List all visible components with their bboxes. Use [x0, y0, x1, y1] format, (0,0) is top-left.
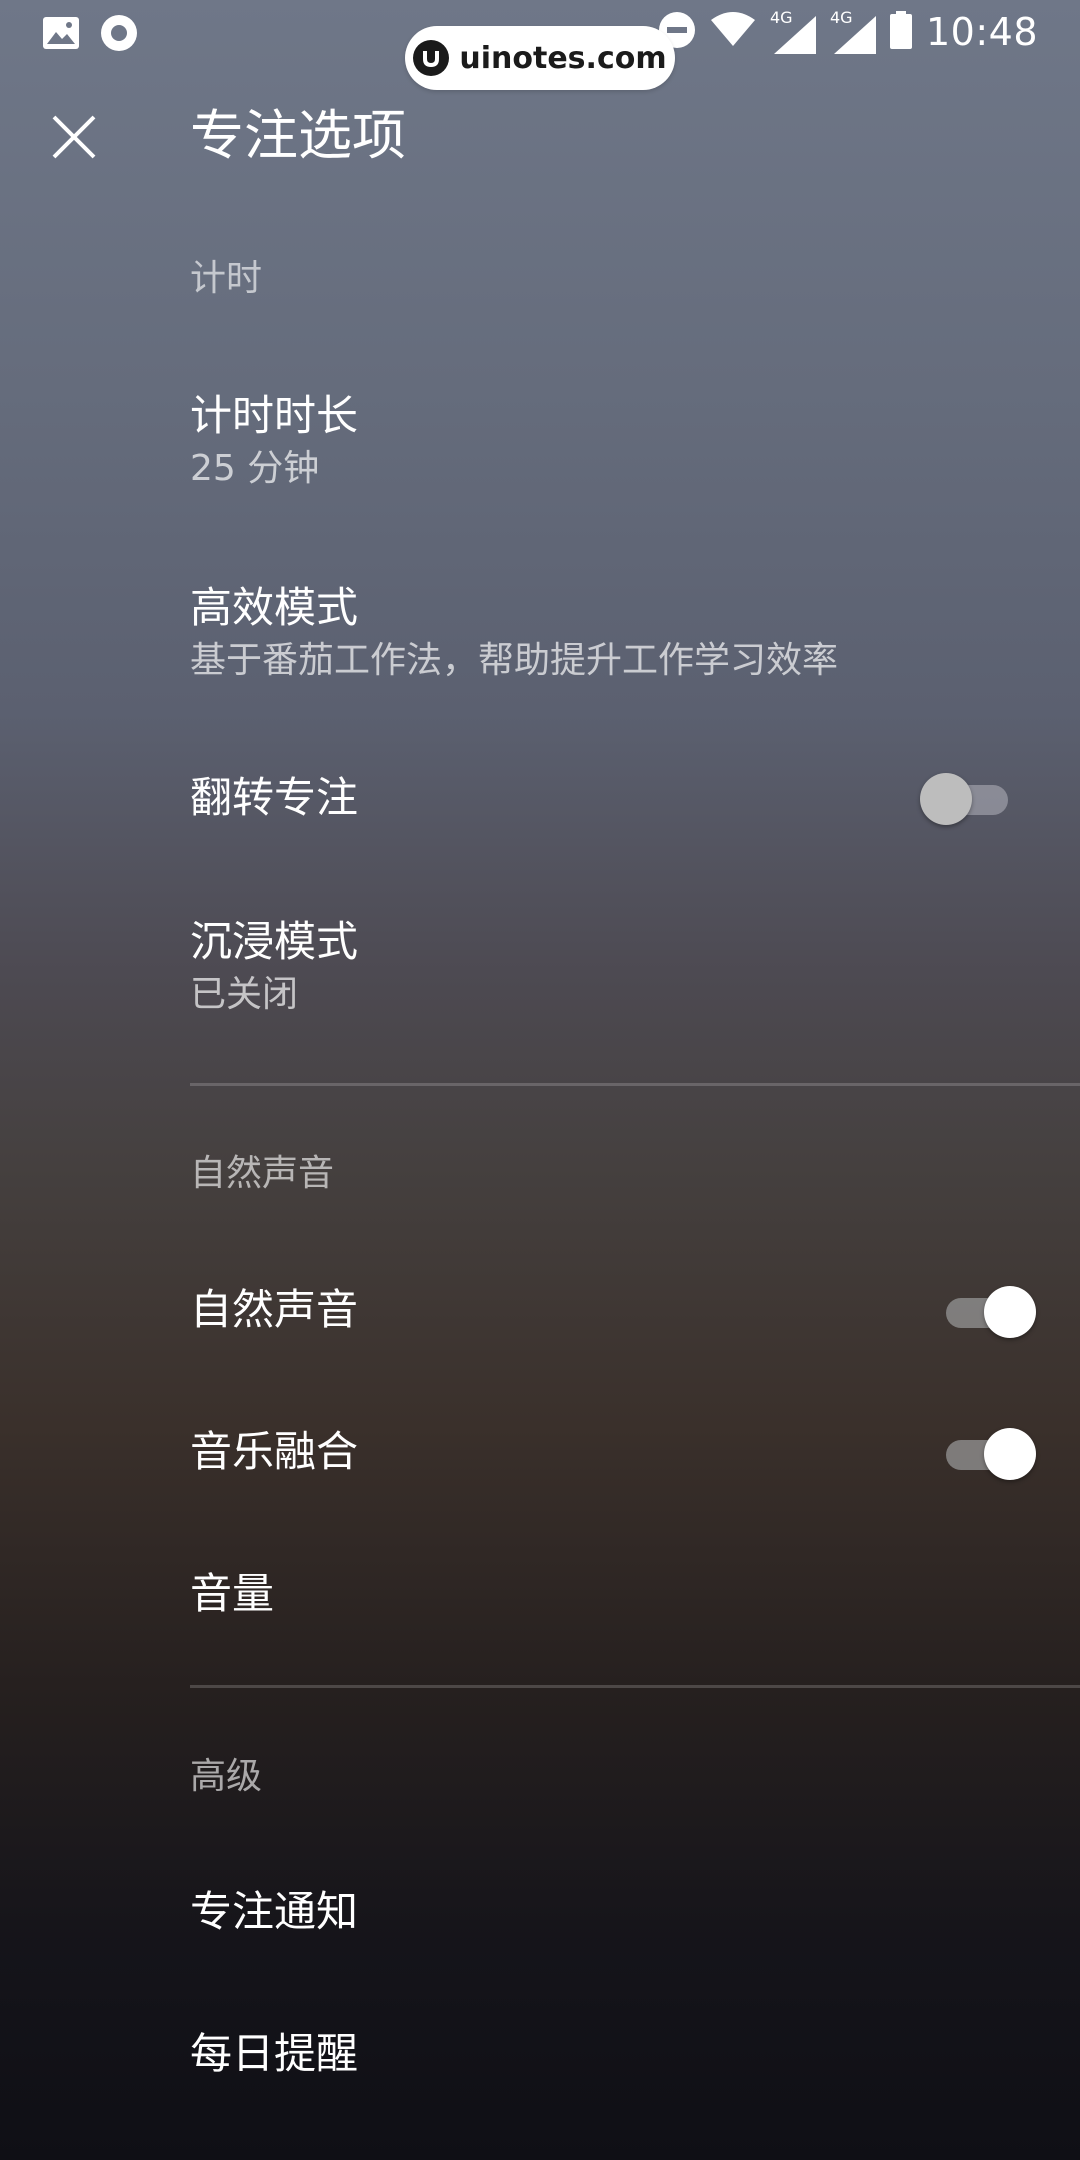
setting-nature-sound[interactable]: 自然声音 — [0, 1280, 1080, 1344]
close-button[interactable] — [42, 105, 106, 169]
signal-2: 4G — [830, 8, 876, 54]
setting-title: 音量 — [190, 1569, 275, 1618]
section-divider — [190, 1685, 1080, 1688]
status-left-icons — [42, 14, 138, 56]
setting-flip-focus[interactable]: 翻转专注 — [0, 768, 1080, 832]
close-icon — [52, 115, 96, 159]
toggle-thumb — [920, 773, 972, 825]
setting-daily-reminder[interactable]: 每日提醒 — [0, 2024, 1080, 2088]
section-header-sound: 自然声音 — [190, 1153, 335, 1194]
clock: 10:48 — [925, 10, 1038, 54]
page-title: 专注选项 — [190, 104, 406, 167]
setting-title: 每日提醒 — [190, 2029, 359, 2078]
setting-title: 自然声音 — [190, 1285, 359, 1334]
circle-notification-icon — [100, 14, 138, 56]
setting-immersive-mode[interactable]: 沉浸模式 已关闭 — [0, 910, 1080, 1040]
image-icon — [42, 16, 80, 54]
wifi-icon — [710, 12, 756, 52]
setting-title: 沉浸模式 — [190, 917, 359, 966]
setting-focus-notification[interactable]: 专注通知 — [0, 1882, 1080, 1946]
setting-title: 音乐融合 — [190, 1427, 359, 1476]
setting-value: 已关闭 — [190, 974, 299, 1015]
section-header-timing: 计时 — [190, 258, 263, 299]
setting-title: 高效模式 — [190, 583, 359, 632]
setting-title: 计时时长 — [190, 391, 359, 440]
setting-music-mix[interactable]: 音乐融合 — [0, 1422, 1080, 1486]
section-header-advanced: 高级 — [190, 1756, 263, 1797]
signal-icon — [773, 16, 816, 54]
uinotes-logo-icon — [413, 40, 450, 76]
music-mix-toggle[interactable] — [946, 1427, 1036, 1481]
battery-icon — [889, 11, 912, 53]
setting-timer-duration[interactable]: 计时时长 25 分钟 — [0, 380, 1080, 510]
toggle-thumb — [984, 1286, 1036, 1338]
signal-1: 4G — [770, 8, 816, 54]
setting-value: 25 分钟 — [190, 448, 320, 489]
setting-title: 专注通知 — [190, 1887, 359, 1936]
status-right-icons: 4G 4G 10:48 — [658, 8, 1038, 54]
setting-efficient-mode[interactable]: 高效模式 基于番茄工作法，帮助提升工作学习效率 — [0, 572, 1080, 702]
toggle-thumb — [984, 1428, 1036, 1480]
watermark-text: uinotes.com — [459, 40, 667, 76]
section-divider — [190, 1083, 1080, 1086]
flip-focus-toggle[interactable] — [920, 772, 1008, 826]
setting-subtitle: 基于番茄工作法，帮助提升工作学习效率 — [190, 640, 839, 681]
setting-title: 翻转专注 — [190, 773, 359, 822]
signal-icon — [833, 16, 876, 54]
setting-volume[interactable]: 音量 — [0, 1564, 1080, 1628]
watermark-badge: uinotes.com — [405, 26, 675, 90]
nature-sound-toggle[interactable] — [946, 1285, 1036, 1339]
